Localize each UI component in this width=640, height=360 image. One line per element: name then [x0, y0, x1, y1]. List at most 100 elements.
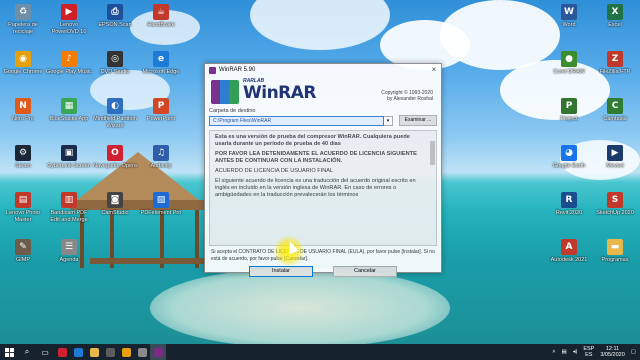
desktop-shortcut[interactable]: ✎ GIMP	[0, 239, 46, 264]
clock[interactable]: 12:11 3/05/2020	[600, 346, 624, 359]
chevron-up-icon[interactable]: ˄	[552, 349, 555, 355]
taskbar-app6[interactable]	[134, 344, 150, 360]
desktop-shortcut-label: Mindfield Partition Wizard	[93, 116, 137, 129]
desktop-shortcut[interactable]: ▬ Programas	[592, 239, 638, 264]
desktop-shortcut[interactable]: ♫ Audacity	[138, 145, 184, 170]
desktop-shortcut-label: PDFelement Pro	[140, 210, 182, 216]
desktop-shortcut-label: Lenovo Photo Master	[6, 210, 40, 223]
desktop-shortcut-label: SketchUp 2020	[596, 210, 634, 216]
desktop-shortcut[interactable]: ▶ Movavi	[592, 145, 638, 170]
desktop-shortcut[interactable]: S SketchUp 2020	[592, 192, 638, 217]
accept-instructions: Si acepta el CONTRATO DE LICENCIA DE USU…	[211, 249, 435, 262]
desktop-shortcut-label: FileZilla FTP	[599, 69, 631, 75]
desktop-shortcut[interactable]: ⎙ EPSON Scan	[92, 4, 138, 29]
winrar-app-icon	[209, 66, 216, 74]
sandbar	[150, 268, 450, 344]
desktop-shortcut[interactable]: ◉ Google Chrome	[0, 51, 46, 76]
epson-scan-icon: ⎙	[107, 4, 123, 20]
desktop-shortcut[interactable]: e Microsoft Edge	[138, 51, 184, 76]
browse-button[interactable]: Examinar ...	[399, 115, 437, 126]
desktop-shortcut[interactable]: ♪ Google Play Music	[46, 51, 92, 76]
license-paragraph-trial: Esta es una versión de prueba del compre…	[215, 134, 410, 147]
task-view-icon[interactable]: ▭	[36, 344, 54, 360]
winrar-books-logo-icon	[211, 80, 239, 104]
desktop-shortcut[interactable]: P PowerPoint	[138, 98, 184, 123]
region-code: ES	[585, 352, 593, 358]
taskbar-store[interactable]	[102, 344, 118, 360]
language-indicator[interactable]: ESP ES	[583, 346, 594, 358]
desktop-shortcut[interactable]: ◕ Google Earth	[546, 145, 592, 170]
cancel-button[interactable]: Cancelar	[333, 266, 397, 277]
taskbar-edge[interactable]	[70, 344, 86, 360]
handbrake-icon: ☕	[153, 4, 169, 20]
desktop-shortcut[interactable]: ▤ Lenovo Photo Master	[0, 192, 46, 223]
desktop-shortcut[interactable]: R Revit 2020	[546, 192, 592, 217]
desktop-shortcut-label: Movavi	[606, 163, 624, 169]
windows-start-icon[interactable]	[0, 344, 18, 360]
desktop-shortcut[interactable]: ▧ PDFelement Pro	[138, 192, 184, 217]
desktop-shortcut[interactable]: C Camtasia	[592, 98, 638, 123]
desktop-shortcut[interactable]: ◐ Mindfield Partition Wizard	[92, 98, 138, 129]
photo-master-icon: ▤	[15, 192, 31, 208]
powerdvd-icon: ▶	[61, 4, 77, 20]
desktop-shortcut[interactable]: ☰ Agenda	[46, 239, 92, 264]
desktop-shortcut[interactable]: ● Corel DRAW	[546, 51, 592, 76]
chevron-down-icon[interactable]: ▾	[384, 115, 393, 126]
desktop-shortcut[interactable]: ▦ BlueStacks App	[46, 98, 92, 123]
desktop-shortcut[interactable]: W Word	[546, 4, 592, 29]
search-icon[interactable]: ⌕	[18, 344, 36, 360]
desktop-shortcut[interactable]: O Navegador Opera	[92, 145, 138, 170]
desktop-shortcut[interactable]: ▣ CyberLink Screen	[46, 145, 92, 170]
agenda-icon: ☰	[61, 239, 77, 255]
desktop-shortcut[interactable]: N Nitro Pro	[0, 98, 46, 123]
dialog-titlebar[interactable]: WinRAR 5.90 ×	[205, 64, 441, 76]
license-scrollbar[interactable]	[430, 141, 435, 165]
desktop-shortcut-label: GIMP	[15, 257, 31, 263]
desktop-shortcut[interactable]: P Project	[546, 98, 592, 123]
install-button[interactable]: Instalar	[249, 266, 313, 277]
movavi-icon: ▶	[607, 145, 623, 161]
winrar-setup-dialog: WinRAR 5.90 × RARLAB WinRAR Copyright © …	[204, 63, 442, 277]
gimp-icon: ✎	[15, 239, 31, 255]
desktop-shortcut-label: Lenovo PowerDVD 10	[51, 22, 87, 35]
desktop-shortcut[interactable]: ◙ CamStudio	[92, 192, 138, 217]
taskbar-opera[interactable]	[54, 344, 70, 360]
desktop-shortcut[interactable]: ▶ Lenovo PowerDVD 10	[46, 4, 92, 35]
desktop-shortcut[interactable]: ◎ DVD Studio	[92, 51, 138, 76]
taskbar-winrar[interactable]	[150, 344, 166, 360]
desktop-shortcut[interactable]: ⚙ Steam	[0, 145, 46, 170]
nitro-icon: N	[15, 98, 31, 114]
desktop-shortcut-label: Navegador Opera	[93, 163, 137, 169]
desktop-shortcut-label: Papelera de reciclaje	[8, 22, 38, 35]
desktop-shortcut[interactable]: ▥ Bandicam PDF Edit and Merge	[46, 192, 92, 223]
network-icon[interactable]: ▤	[562, 349, 567, 355]
desktop-shortcut[interactable]: ♻ Papelera de reciclaje	[0, 4, 46, 35]
taskbar-chrome-icon	[121, 347, 131, 357]
taskbar-chrome[interactable]	[118, 344, 134, 360]
desktop-shortcut[interactable]: Z FileZilla FTP	[592, 51, 638, 76]
desktop-shortcut[interactable]: A Autodesk 2021	[546, 239, 592, 264]
system-tray: ˄ ▤ ◂) ESP ES 12:11 3/05/2020 ▢	[552, 346, 640, 359]
destination-row: C:\Program Files\WinRAR ▾ Examinar ...	[205, 115, 441, 126]
desktop-shortcut-label: Google Play Music	[46, 69, 92, 75]
close-icon[interactable]: ×	[427, 64, 441, 76]
volume-icon[interactable]: ◂)	[573, 349, 578, 355]
license-textbox[interactable]: Esta es una versión de prueba del compre…	[209, 130, 437, 246]
camtasia-icon: C	[607, 98, 623, 114]
taskbar-explorer-icon	[89, 347, 99, 357]
desktop-shortcut[interactable]: ☕ HandBrake	[138, 4, 184, 29]
destination-folder-input[interactable]: C:\Program Files\WinRAR	[209, 115, 384, 126]
desktop-shortcut-label: Autodesk 2021	[550, 257, 588, 263]
desktop-shortcut-label: DVD Studio	[100, 69, 130, 75]
clock-date: 3/05/2020	[600, 352, 625, 358]
coreldraw-icon: ●	[561, 51, 577, 67]
autodesk-icon: A	[561, 239, 577, 255]
notifications-icon[interactable]: ▢	[631, 349, 636, 355]
desktop-shortcut-label: CamStudio	[101, 210, 129, 216]
desktop-shortcut-label: Project	[560, 116, 578, 122]
taskbar-explorer[interactable]	[86, 344, 102, 360]
taskbar-edge-icon	[73, 347, 83, 357]
dialog-buttons: Instalar Cancelar	[205, 266, 441, 277]
taskbar: ⌕ ▭ ˄ ▤ ◂) ESP ES 12:11 3/05/2020 ▢	[0, 344, 640, 360]
desktop-shortcut[interactable]: X Excel	[592, 4, 638, 29]
